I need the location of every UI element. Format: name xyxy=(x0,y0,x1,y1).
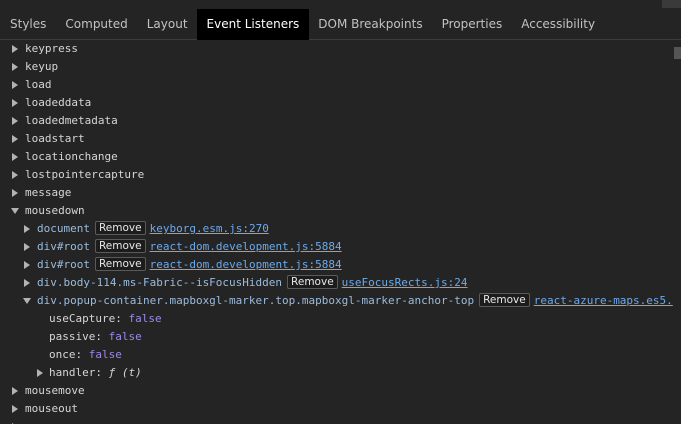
event-name: keypress xyxy=(25,42,78,55)
remove-button[interactable]: Remove xyxy=(479,293,530,307)
tab-dom-breakpoints[interactable]: DOM Breakpoints xyxy=(309,9,432,40)
source-link[interactable]: react-azure-maps.es5. xyxy=(534,294,673,307)
source-link[interactable]: react-dom.development.js:5884 xyxy=(150,240,342,253)
property-value: ƒ (t) xyxy=(108,366,142,379)
tab-layout[interactable]: Layout xyxy=(137,9,197,40)
event-name: loadstart xyxy=(25,132,85,145)
property-value: false xyxy=(128,312,162,325)
expand-arrow-icon[interactable] xyxy=(24,261,30,269)
expand-arrow-icon[interactable] xyxy=(12,171,18,179)
property-key: handler: xyxy=(49,366,102,379)
expand-arrow-icon[interactable] xyxy=(12,81,18,89)
tab-styles[interactable]: Styles xyxy=(0,9,56,40)
remove-button[interactable]: Remove xyxy=(94,239,146,253)
tab-properties[interactable]: Properties xyxy=(432,9,512,40)
expand-arrow-icon[interactable] xyxy=(12,117,18,125)
expand-arrow-icon[interactable] xyxy=(24,243,30,251)
source-link[interactable]: react-dom.development.js:5884 xyxy=(150,258,342,271)
expand-arrow-icon[interactable] xyxy=(24,225,30,233)
expand-arrow-icon[interactable] xyxy=(24,279,30,287)
collapse-arrow-icon[interactable] xyxy=(23,298,31,304)
source-link[interactable]: keyborg.esm.js:270 xyxy=(150,222,269,235)
property-value: false xyxy=(88,348,122,361)
tab-event-listeners[interactable]: Event Listeners xyxy=(197,9,309,40)
property-key: passive: xyxy=(49,330,102,343)
event-name: load xyxy=(25,78,52,91)
expand-arrow-icon[interactable] xyxy=(12,45,18,53)
expand-arrow-icon[interactable] xyxy=(12,99,18,107)
listener-target: div#root xyxy=(37,258,90,271)
listener-target: document xyxy=(37,222,90,235)
source-link[interactable]: useFocusRects.js:24 xyxy=(342,276,468,289)
event-name: lostpointercapture xyxy=(25,168,145,181)
property-key: useCapture: xyxy=(49,312,122,325)
remove-button[interactable]: Remove xyxy=(287,275,338,289)
collapse-arrow-icon[interactable] xyxy=(11,208,19,214)
expand-arrow-icon[interactable] xyxy=(37,369,43,377)
panel-tab-bar: Styles Computed Layout Event Listeners D… xyxy=(0,0,681,40)
tab-list: Styles Computed Layout Event Listeners D… xyxy=(0,9,605,40)
event-name: mousedown xyxy=(25,204,85,217)
expand-arrow-icon[interactable] xyxy=(12,405,18,413)
tab-computed[interactable]: Computed xyxy=(56,9,137,40)
event-name: locationchange xyxy=(25,150,118,163)
remove-button[interactable]: Remove xyxy=(94,257,146,271)
property-key: once: xyxy=(49,348,83,361)
panel-corner-control xyxy=(662,0,681,8)
listener-target: div#root xyxy=(37,240,90,253)
event-name: mouseout xyxy=(25,402,78,415)
event-name: loadeddata xyxy=(25,96,92,109)
listener-target: div.body-114.ms-Fabric--isFocusHidden xyxy=(37,276,283,289)
expand-arrow-icon[interactable] xyxy=(12,135,18,143)
event-name: loadedmetadata xyxy=(25,114,118,127)
expand-arrow-icon[interactable] xyxy=(12,387,18,395)
tab-accessibility[interactable]: Accessibility xyxy=(512,9,605,40)
event-name: message xyxy=(25,186,72,199)
expand-arrow-icon[interactable] xyxy=(12,189,18,197)
event-name: mouseover xyxy=(25,418,85,424)
listener-target: div.popup-container.mapboxgl-marker.top.… xyxy=(37,294,475,307)
remove-button[interactable]: Remove xyxy=(94,221,146,235)
event-name: keyup xyxy=(25,60,59,73)
expand-arrow-icon[interactable] xyxy=(12,63,18,71)
property-value: false xyxy=(108,330,142,343)
event-listener-tree: keypress keyup load loadeddata loadedmet… xyxy=(0,40,681,424)
expand-arrow-icon[interactable] xyxy=(12,153,18,161)
event-name: mousemove xyxy=(25,384,85,397)
